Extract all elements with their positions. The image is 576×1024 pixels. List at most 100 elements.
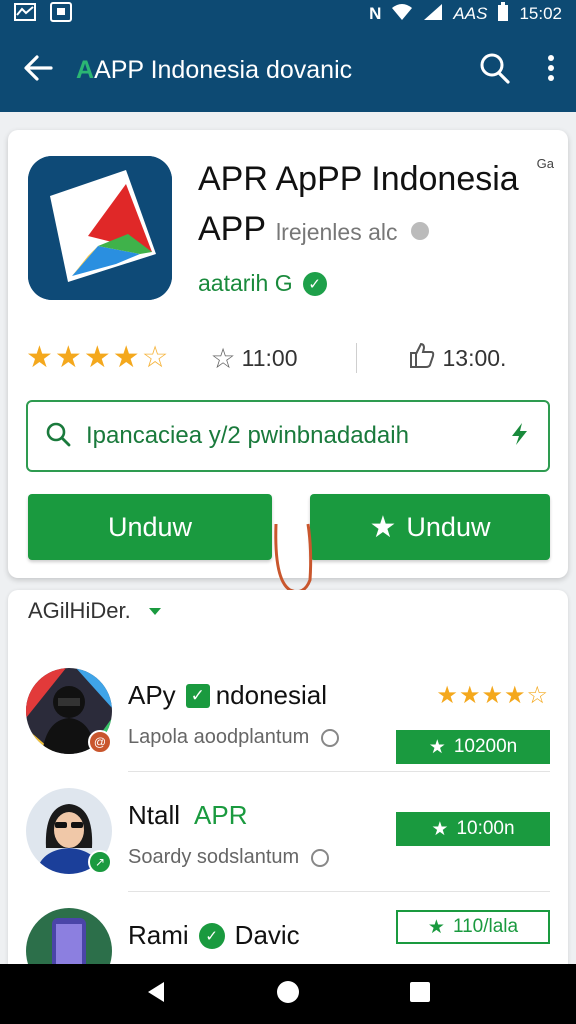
downloads-stat: ☆ 11:00 (211, 342, 298, 375)
list-item-action-label: 10200n (453, 736, 518, 757)
download-star-button[interactable]: ★ Unduw (310, 494, 550, 560)
wifi-icon (391, 3, 413, 26)
search-icon (478, 52, 510, 89)
search-icon (44, 420, 72, 453)
star-icon: ★ (436, 682, 458, 709)
app-bar-title-text: APP Indonesia dovanic (94, 55, 353, 84)
square-recents-icon (409, 981, 431, 1008)
triangle-back-icon (146, 981, 166, 1008)
network-label: N (369, 4, 382, 23)
star-icon: ★ (369, 510, 397, 544)
list-item[interactable]: @ APy ✓ ndonesial Lapola aoodplantum ★ ★… (8, 652, 568, 772)
list-item-subtitle: Lapola aoodplantum (128, 726, 340, 749)
star-half-icon: ☆ (141, 341, 169, 374)
list-item[interactable]: ↗ Ntall APR Soardy sodslantum ★ 10:00n (8, 772, 568, 892)
back-button[interactable] (0, 28, 76, 112)
download-button[interactable]: Unduw (28, 494, 272, 560)
star-icon: ★ (83, 341, 111, 374)
star-icon: ★ (481, 682, 503, 709)
likes-stat: 13:00. (409, 341, 507, 375)
stats-row: ★ ★ ★ ★ ☆ ☆ 11:00 13:00. (26, 336, 556, 380)
star-icon: ★ (431, 818, 449, 840)
search-field[interactable]: Ipancaciea y/2 pwinbnadadaih (26, 400, 550, 472)
search-field-value: Ipancaciea y/2 pwinbnadadaih (86, 422, 409, 449)
nav-recents-button[interactable] (400, 974, 440, 1014)
list-item-title-accent: APR (194, 800, 248, 830)
clock: 15:02 (519, 4, 562, 23)
lightning-icon[interactable] (506, 421, 532, 452)
star-outline-icon: ☆ (210, 342, 236, 374)
list-item-action-label: 110/lala (452, 916, 519, 937)
star-icon: ★ (54, 341, 82, 374)
badge-icon: ↗ (88, 850, 112, 874)
app-name-line1: APR ApPP Indonesia (198, 160, 519, 198)
list-item-title-suffix: Davic (234, 920, 300, 950)
notification-app-icon (50, 1, 72, 27)
app-name-line2-text: APP (198, 210, 267, 248)
list-item-action-button[interactable]: ★ 110/lala (396, 910, 550, 944)
verified-check-icon: ✓ (302, 271, 327, 296)
stat-divider (355, 343, 357, 373)
search-button[interactable] (462, 28, 526, 112)
check-box-icon: ✓ (185, 683, 210, 708)
info-icon (311, 848, 330, 867)
downloads-value: 11:00 (241, 344, 298, 371)
caret-down-icon (148, 607, 161, 615)
star-half-icon: ☆ (526, 682, 548, 709)
developer-name[interactable]: aatarih G (198, 270, 293, 297)
list-item-subtitle: Soardy sodslantum (128, 846, 330, 869)
download-button-label: Unduw (107, 511, 193, 542)
corner-label: Ga (536, 156, 554, 171)
nav-back-button[interactable] (136, 974, 176, 1014)
app-subtitle: lrejenles alc (276, 219, 398, 245)
developer-row[interactable]: aatarih G ✓ (198, 270, 327, 297)
arrow-left-icon (23, 54, 53, 86)
star-icon: ★ (428, 736, 446, 758)
list-item-title: APy ✓ ndonesial (128, 680, 327, 711)
section-header[interactable]: AGilHiDer. (28, 598, 161, 624)
signal-text: AAS (453, 4, 488, 23)
more-options-button[interactable] (526, 28, 576, 112)
list-item-action-label: 10:00n (456, 818, 515, 839)
circle-home-icon (276, 980, 300, 1009)
list-item-title: Ntall APR (128, 800, 247, 831)
app-name-line2: APP lrejenles alc (198, 210, 429, 249)
status-right-icons: N AAS 15:02 (369, 1, 562, 27)
likes-value: 13:00. (442, 344, 507, 371)
badge-icon: @ (88, 730, 112, 754)
list-item-title-suffix: ndonesial (215, 680, 327, 710)
list-item-title-text: Rami (128, 920, 189, 950)
brand-letter: A (76, 55, 95, 84)
list-item-title-text: Ntall (128, 800, 181, 830)
star-icon: ★ (26, 341, 53, 374)
app-logo-icon[interactable] (28, 156, 172, 300)
list-item-title: Rami ✓ Davic (128, 920, 300, 951)
signal-icon (423, 3, 443, 26)
nav-home-button[interactable] (268, 974, 308, 1014)
list-item-action-button[interactable]: ★ 10:00n (396, 812, 550, 846)
status-left-icons (14, 1, 72, 27)
download-star-button-label: Unduw (406, 511, 491, 542)
more-vertical-icon (547, 54, 555, 87)
star-icon: ★ (112, 341, 140, 374)
info-circle-icon (410, 222, 429, 241)
app-bar-title: AAPP Indonesia dovanic (76, 56, 462, 85)
rating-stars: ★ ★ ★ ★ ☆ (26, 343, 169, 373)
star-icon: ★ (427, 916, 445, 938)
list-item-action-button[interactable]: ★ 10200n (396, 730, 550, 764)
check-circle-icon: ✓ (198, 922, 225, 949)
list-item-subtitle-text: Lapola aoodplantum (128, 726, 310, 748)
battery-icon (497, 1, 509, 27)
info-icon (321, 728, 340, 747)
star-icon: ★ (503, 682, 526, 709)
list-item-stars: ★ ★ ★ ★ ☆ (436, 684, 548, 708)
app-bar: AAPP Indonesia dovanic (0, 28, 576, 112)
activity-icon (14, 2, 36, 26)
star-icon: ★ (458, 682, 481, 709)
list-item-subtitle-text: Soardy sodslantum (128, 846, 300, 868)
thumbs-up-icon (409, 341, 435, 375)
related-apps-list: AGilHiDer. @ APy ✓ ndonesial Lapola aood… (8, 590, 568, 1024)
system-nav-bar (0, 964, 576, 1024)
app-header-card: APR ApPP Indonesia APP lrejenles alc Ga a… (8, 130, 568, 578)
section-title: AGilHiDer. (28, 598, 131, 623)
